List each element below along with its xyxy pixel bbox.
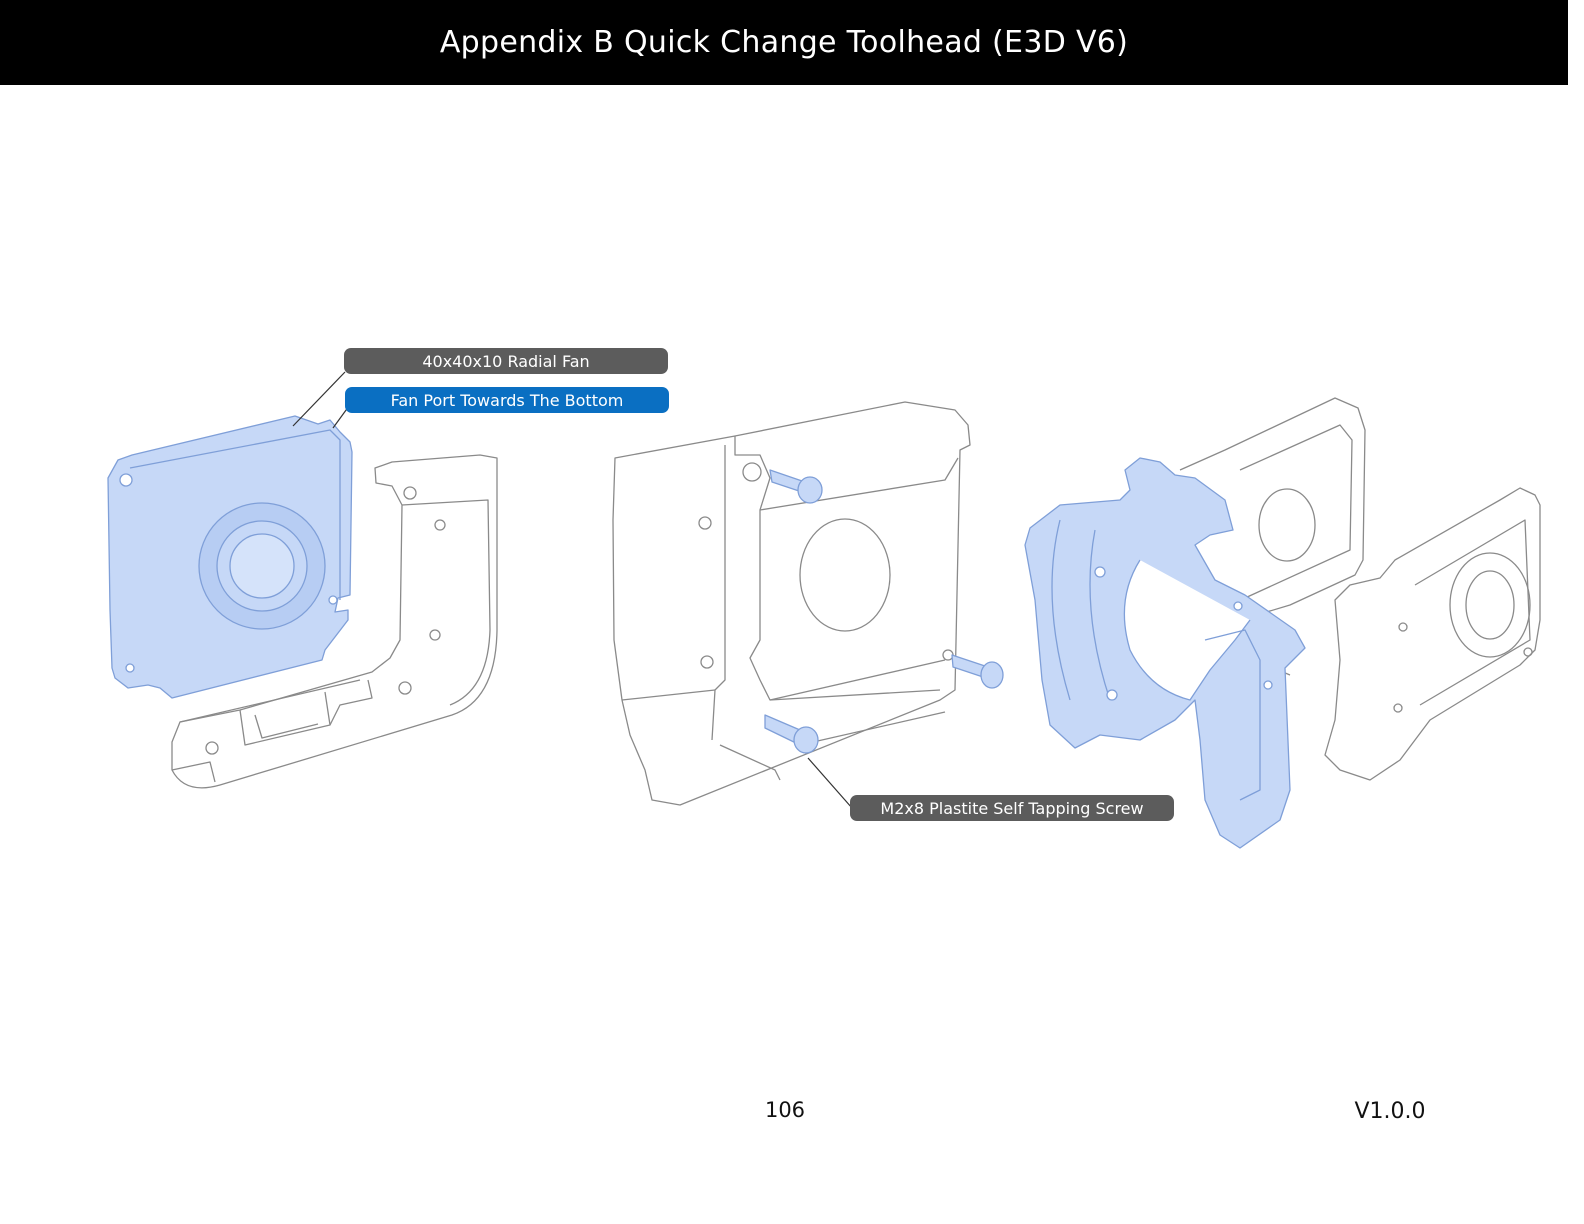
version-label: V1.0.0 <box>1354 1099 1426 1124</box>
callout-screw: M2x8 Plastite Self Tapping Screw <box>850 795 1174 821</box>
assembly-illustration <box>107 371 1541 849</box>
fan-duct-highlighted <box>1024 457 1306 849</box>
radial-fan-right <box>1324 487 1541 781</box>
radial-fan-highlighted <box>107 415 353 699</box>
page-number: 106 <box>764 1098 806 1122</box>
shroud-middle <box>612 401 971 806</box>
leader-lines <box>292 371 853 809</box>
screws-highlighted <box>764 469 1004 754</box>
callout-fan-port: Fan Port Towards The Bottom <box>345 387 669 413</box>
callout-radial-fan: 40x40x10 Radial Fan <box>344 348 668 374</box>
